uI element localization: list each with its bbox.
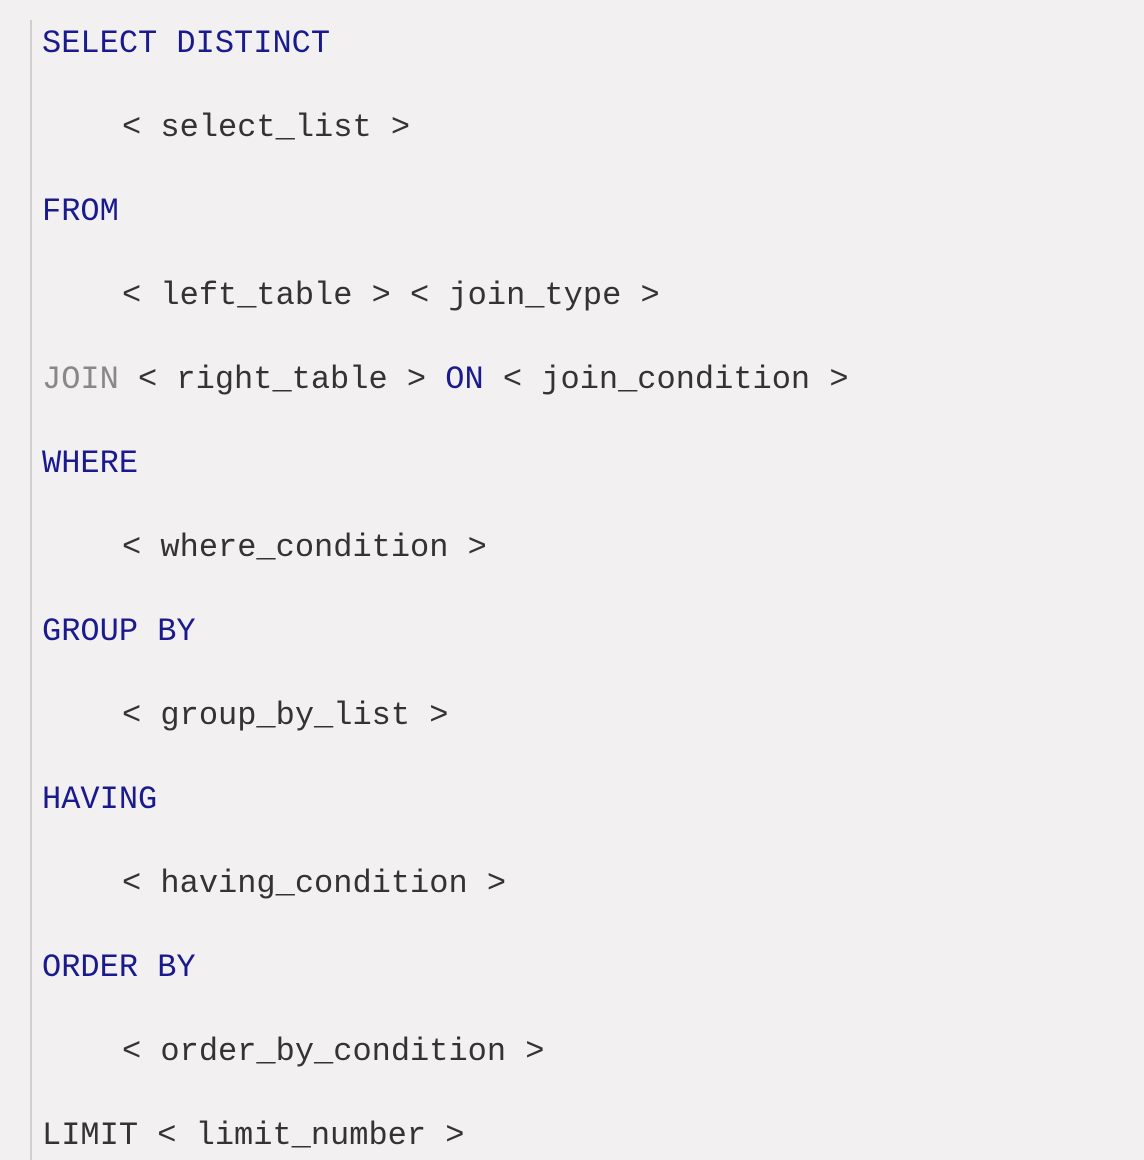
keyword-limit: LIMIT: [42, 1117, 138, 1154]
keyword-from: FROM: [42, 193, 119, 230]
keyword-join: JOIN: [42, 361, 119, 398]
code-line-left-table: < left_table > < join_type >: [42, 272, 1114, 320]
code-line-join: JOIN < right_table > ON < join_condition…: [42, 356, 1114, 404]
placeholder-left-table: < left_table > < join_type >: [122, 277, 660, 314]
code-line-group-by-list: < group_by_list >: [42, 692, 1114, 740]
placeholder-order-by-condition: < order_by_condition >: [122, 1033, 544, 1070]
placeholder-limit-number: < limit_number >: [138, 1117, 464, 1154]
placeholder-where-condition: < where_condition >: [122, 529, 487, 566]
keyword-where: WHERE: [42, 445, 138, 482]
code-line-group-by: GROUP BY: [42, 608, 1114, 656]
code-line-select: SELECT DISTINCT: [42, 20, 1114, 68]
code-line-select-list: < select_list >: [42, 104, 1114, 152]
code-line-where: WHERE: [42, 440, 1114, 488]
code-line-having-condition: < having_condition >: [42, 860, 1114, 908]
placeholder-having-condition: < having_condition >: [122, 865, 506, 902]
placeholder-select-list: < select_list >: [122, 109, 410, 146]
keyword-select-distinct: SELECT DISTINCT: [42, 25, 330, 62]
sql-code-block: SELECT DISTINCT < select_list > FROM < l…: [30, 20, 1114, 1160]
placeholder-join-condition: < join_condition >: [484, 361, 849, 398]
keyword-group-by: GROUP BY: [42, 613, 196, 650]
code-line-from: FROM: [42, 188, 1114, 236]
code-line-order-by: ORDER BY: [42, 944, 1114, 992]
placeholder-group-by-list: < group_by_list >: [122, 697, 448, 734]
keyword-having: HAVING: [42, 781, 157, 818]
code-line-where-condition: < where_condition >: [42, 524, 1114, 572]
code-line-order-by-condition: < order_by_condition >: [42, 1028, 1114, 1076]
keyword-on: ON: [445, 361, 483, 398]
code-line-having: HAVING: [42, 776, 1114, 824]
placeholder-right-table: < right_table >: [119, 361, 445, 398]
keyword-order-by: ORDER BY: [42, 949, 196, 986]
code-line-limit: LIMIT < limit_number >: [42, 1112, 1114, 1160]
